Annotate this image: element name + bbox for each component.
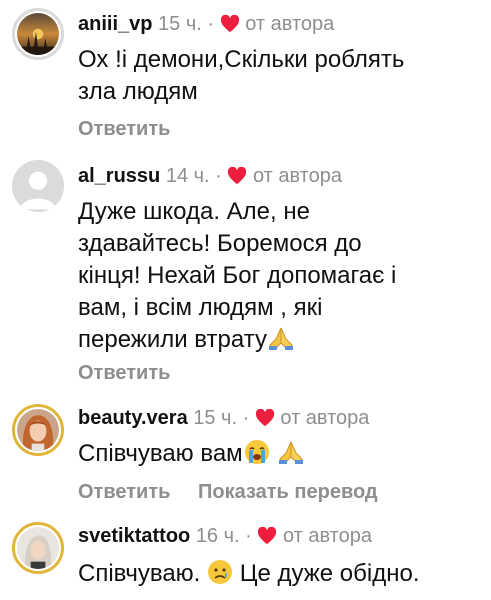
comment-line: Співчуваю. <box>78 560 201 587</box>
reply-button[interactable]: Ответить <box>78 118 170 140</box>
comment-line: зла людям <box>78 78 198 105</box>
comment-text: Співчуваю. Це дуже обідно. <box>78 558 478 594</box>
avatar[interactable] <box>12 404 64 456</box>
comment-line: здавайтесь! Боремося до <box>78 230 362 257</box>
separator: · <box>242 407 250 429</box>
separator: · <box>245 525 252 547</box>
username[interactable]: al_russu <box>78 165 160 187</box>
woman-portrait-avatar-icon <box>17 527 59 569</box>
comment-line: Ох !і демони,Скільки роблять <box>78 46 405 73</box>
sunset-photo-avatar-icon <box>17 13 59 55</box>
username[interactable]: svetiktattoo <box>78 525 190 547</box>
woman-portrait-avatar-icon <box>17 409 59 451</box>
separator: · <box>215 165 222 187</box>
reply-button[interactable]: Ответить <box>78 362 170 384</box>
timestamp: 14 ч. <box>165 165 210 187</box>
folded-hands-icon <box>277 439 305 474</box>
comment-line-with-emoji: пережили втрату <box>78 324 478 360</box>
username[interactable]: beauty.vera <box>78 407 188 429</box>
username[interactable]: aniii_vp <box>78 13 152 35</box>
crying-face-icon <box>243 439 271 474</box>
comment-text: Ох !і демони,Скільки роблять зла людям <box>78 44 478 108</box>
comment-line-with-emoji: Співчуваю вам <box>78 438 478 474</box>
comment-meta: beauty.vera 15 ч. · от автора <box>78 406 369 433</box>
comment-text: Дуже шкода. Але, не здавайтесь! Боремося… <box>78 196 478 360</box>
avatar[interactable] <box>12 8 64 60</box>
liked-by-author-label: от автора <box>280 407 370 429</box>
comment-meta: al_russu 14 ч. · от автора <box>78 164 342 191</box>
comment-text: Співчуваю вам <box>78 438 478 474</box>
comment-actions: Ответить <box>78 361 192 385</box>
heart-icon <box>227 166 247 191</box>
default-user-avatar-icon <box>12 160 64 212</box>
comment-meta: aniii_vp 15 ч. · от автора <box>78 12 334 39</box>
comment-actions: Ответить Показать перевод <box>78 480 400 504</box>
folded-hands-icon <box>267 325 295 360</box>
heart-icon <box>255 408 275 433</box>
liked-by-author-label: от автора <box>282 525 372 547</box>
show-translation-button[interactable]: Показать перевод <box>198 481 378 503</box>
comment-line-with-emoji: Співчуваю. Це дуже обідно. <box>78 558 478 594</box>
comment-line: Це дуже обідно. <box>239 560 420 587</box>
heart-icon <box>220 14 240 39</box>
separator: · <box>207 13 215 35</box>
heart-icon <box>257 526 277 551</box>
avatar[interactable] <box>12 522 64 574</box>
liked-by-author-label: от автора <box>245 13 335 35</box>
comment-line: вам, і всім людям , які <box>78 294 323 321</box>
comment-actions: Ответить <box>78 117 192 141</box>
comment-meta: svetiktattoo 16 ч. · от автора <box>78 524 372 551</box>
comment-line: Дуже шкода. Але, не <box>78 198 310 225</box>
comment-line: Співчуваю вам <box>78 440 243 467</box>
timestamp: 15 ч. <box>158 13 202 35</box>
timestamp: 16 ч. <box>195 525 240 547</box>
liked-by-author-label: от автора <box>252 165 342 187</box>
timestamp: 15 ч. <box>193 407 238 429</box>
comment-line: пережили втрату <box>78 326 267 353</box>
reply-button[interactable]: Ответить <box>78 481 170 503</box>
avatar[interactable] <box>12 160 64 212</box>
sad-tear-face-icon <box>207 559 233 594</box>
comment-line: кінця! Нехай Бог допомагає і <box>78 262 397 289</box>
